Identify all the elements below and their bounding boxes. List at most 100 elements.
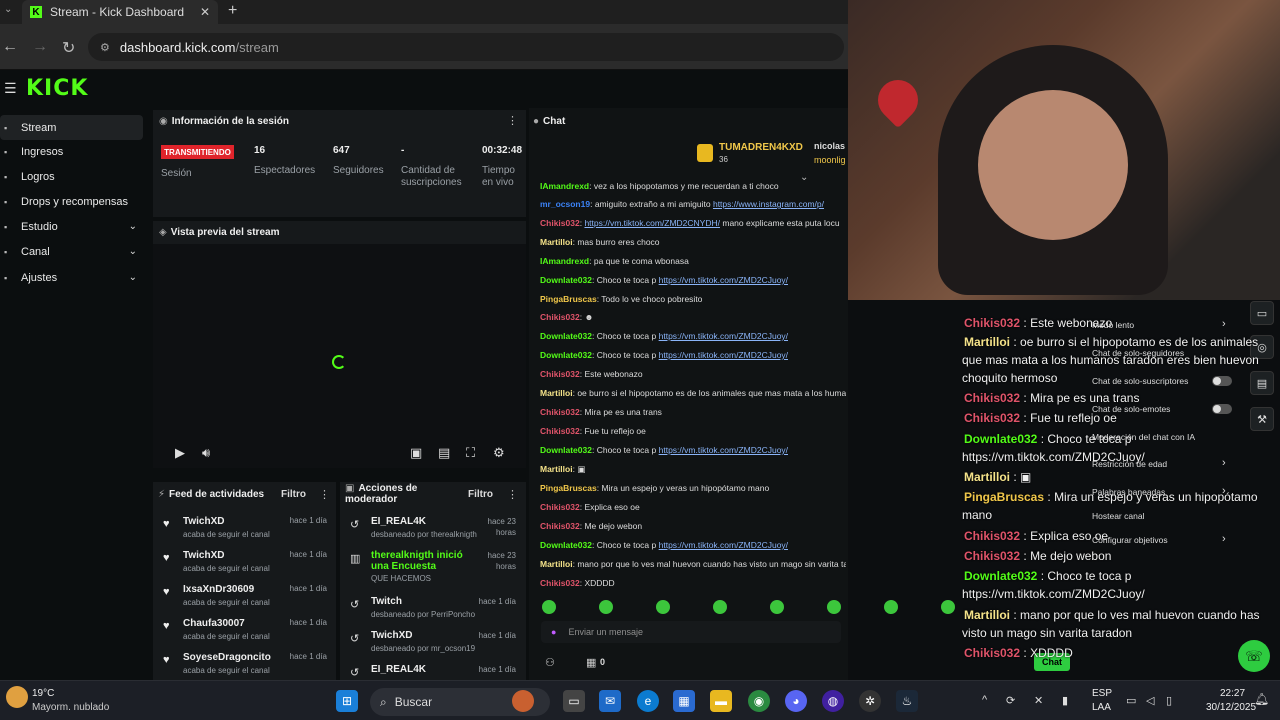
chat-username[interactable]: Chikis032 xyxy=(540,407,580,417)
weather-icon[interactable] xyxy=(6,686,28,708)
activity-item[interactable]: ♥ IxsaXnDr30609 acaba de seguir el canal ha… xyxy=(163,584,327,614)
sidebar-item-ingresos[interactable]: ▪ Ingresos xyxy=(0,139,143,164)
weather-desc[interactable]: Mayorm. nublado xyxy=(32,702,109,713)
emote-icon[interactable] xyxy=(941,600,955,614)
support-icon[interactable]: ☏ xyxy=(1238,640,1270,672)
chat-username[interactable]: Martilloi xyxy=(540,237,573,247)
chat-username[interactable]: IAmandrexd xyxy=(540,256,589,266)
gear-icon[interactable]: ⚙ xyxy=(493,445,505,461)
sidebar-item-canal[interactable]: ▪ Canal ⌄ xyxy=(0,239,143,264)
chat-message[interactable]: Downlate032: Choco te toca p https://vm.… xyxy=(540,331,788,341)
sidebar-item-estudio[interactable]: ▪ Estudio ⌄ xyxy=(0,214,143,239)
chat-message[interactable]: Downlate032: Choco te toca p https://vm.… xyxy=(540,275,788,285)
chat-message[interactable]: Martilloi: mano por que lo ves mal huevo… xyxy=(540,559,846,569)
mic-icon[interactable]: ● xyxy=(551,627,556,637)
mod-option[interactable]: Configurar objetivos xyxy=(1092,535,1168,545)
chat-username[interactable]: Chikis032 xyxy=(540,426,580,436)
mod-action-item[interactable]: ↺ EI_REAL4K hace 1 día xyxy=(350,664,516,698)
emote-icon[interactable] xyxy=(713,600,727,614)
mod-option[interactable]: Chat de solo-suscriptores xyxy=(1092,376,1188,386)
mail-icon[interactable]: ✉ xyxy=(599,690,621,712)
mod-action-item[interactable]: ▥ therealknigth inició una Encuesta QUE HA… xyxy=(350,550,516,584)
chat-username[interactable]: Downlate032 xyxy=(540,331,592,341)
chat-message[interactable]: Chikis032: ☻ xyxy=(540,312,593,322)
chat-input[interactable]: ● Enviar un mensaje xyxy=(541,621,841,643)
chat-message[interactable]: Chikis032: Este webonazo xyxy=(540,369,643,379)
mod-filter-button[interactable]: Filtro xyxy=(468,489,493,500)
task-view-icon[interactable]: ▭ xyxy=(563,690,585,712)
chevron-right-icon[interactable]: › xyxy=(1222,533,1226,545)
url-input[interactable]: ⚙ dashboard.kick.com/stream xyxy=(88,33,844,61)
steam-icon[interactable]: ♨ xyxy=(896,690,918,712)
chat-message[interactable]: Downlate032: Choco te toca p https://vm.… xyxy=(540,540,788,550)
chat-message[interactable]: Downlate032: Choco te toca p https://vm.… xyxy=(540,350,788,360)
chat-message[interactable]: Martilloi: ▣ xyxy=(540,464,585,475)
activity-item[interactable]: ♥ Chaufa30007 acaba de seguir el canal hace… xyxy=(163,618,327,648)
mod-more-icon[interactable]: ⋮ xyxy=(507,488,518,501)
chat-message[interactable]: IAmandrexd: pa que te coma wbonasa xyxy=(540,256,689,266)
chat-username[interactable]: PingaBruscas xyxy=(540,294,597,304)
chat-link[interactable]: https://vm.tiktok.com/ZMD2CJuoy/ xyxy=(659,331,788,341)
discord-icon[interactable]: ◕ xyxy=(785,690,807,712)
activity-filter-button[interactable]: Filtro xyxy=(281,489,306,500)
obs-icon[interactable]: ◍ xyxy=(822,690,844,712)
new-tab-icon[interactable]: + xyxy=(228,2,237,20)
lang-indicator[interactable]: ESP xyxy=(1092,688,1112,699)
chat-username[interactable]: Martilloi xyxy=(540,464,573,474)
tray-bell-off-icon[interactable]: ✕ xyxy=(1034,694,1043,707)
close-tab-icon[interactable]: ✕ xyxy=(200,5,210,19)
chat-side-icon[interactable]: ▭ xyxy=(1250,301,1274,325)
edge-icon[interactable]: e xyxy=(637,690,659,712)
tray-mic-icon[interactable]: ▮ xyxy=(1062,694,1068,707)
store-icon[interactable]: ▦ xyxy=(673,690,695,712)
mod-option[interactable]: Palabras baneadas xyxy=(1092,487,1165,497)
mod-action-item[interactable]: ↺ EI_REAL4K desbaneado por therealknigth ha… xyxy=(350,516,516,550)
wrench-side-icon[interactable]: ⚒ xyxy=(1250,407,1274,431)
chat-message[interactable]: Chikis032: https://vm.tiktok.com/ZMD2CNY… xyxy=(540,218,840,228)
forward-icon[interactable]: → xyxy=(32,38,48,56)
toggle-switch[interactable] xyxy=(1212,404,1232,414)
toggle-switch[interactable] xyxy=(1212,376,1232,386)
mod-action-item[interactable]: ↺ TwichXD desbaneado por mr_ocson19 hace 1 … xyxy=(350,630,516,664)
chat-username[interactable]: Chikis032 xyxy=(540,218,580,228)
clock-date[interactable]: 30/12/2025 xyxy=(1206,702,1256,713)
folder-icon[interactable]: ▬ xyxy=(710,690,732,712)
tray-sync-icon[interactable]: ⟳ xyxy=(1006,694,1015,707)
chevron-right-icon[interactable]: › xyxy=(1222,485,1226,497)
chat-link[interactable]: https://www.instagram.com/p/ xyxy=(713,199,824,209)
mod-option[interactable]: Modo lento xyxy=(1092,320,1134,330)
chat-message[interactable]: Chikis032: Me dejo webon xyxy=(540,521,642,531)
chat-link[interactable]: https://vm.tiktok.com/ZMD2CNYDH/ xyxy=(584,218,720,228)
mod-option[interactable]: Chat de solo-seguidores xyxy=(1092,348,1184,358)
chevron-right-icon[interactable]: › xyxy=(1222,318,1226,330)
chat-username[interactable]: Downlate032 xyxy=(540,445,592,455)
activity-item[interactable]: ♥ TwichXD acaba de seguir el canal hace 1 d… xyxy=(163,516,327,546)
chat-message[interactable]: IAmandrexd: vez a los hipopotamos y me r… xyxy=(540,181,779,191)
sidebar-item-drops[interactable]: ▪ Drops y recompensas xyxy=(0,189,143,214)
sidebar-item-logros[interactable]: ▪ Logros xyxy=(0,164,143,189)
chat-message[interactable]: Chikis032: Mira pe es una trans xyxy=(540,407,662,417)
fullscreen-icon[interactable]: ⛶ xyxy=(466,445,475,461)
emote-icon[interactable] xyxy=(884,600,898,614)
activity-more-icon[interactable]: ⋮ xyxy=(319,488,330,501)
sidebar-item-stream[interactable]: ▪ Stream xyxy=(0,115,143,140)
chat-username[interactable]: Downlate032 xyxy=(540,350,592,360)
battery-icon[interactable]: ▯ xyxy=(1166,694,1172,707)
pip-icon[interactable]: ▣ xyxy=(410,445,422,461)
chat-username[interactable]: Downlate032 xyxy=(540,540,592,550)
chat-message[interactable]: Martilloi: mas burro eres choco xyxy=(540,237,660,247)
weather-temp[interactable]: 19°C xyxy=(32,688,54,699)
clock-time[interactable]: 22:27 xyxy=(1220,688,1245,699)
mod-option[interactable]: Restricción de edad xyxy=(1092,459,1167,469)
kick-logo[interactable]: KICK xyxy=(26,76,88,101)
chat-username[interactable]: Chikis032 xyxy=(540,578,580,588)
reload-icon[interactable]: ↻ xyxy=(62,38,75,58)
chat-username[interactable]: Chikis032 xyxy=(540,369,580,379)
mod-option[interactable]: Hostear canal xyxy=(1092,511,1144,521)
chrome-icon[interactable]: ◉ xyxy=(748,690,770,712)
chat-message[interactable]: Martilloi: oe burro si el hipopotamo es … xyxy=(540,388,846,398)
play-icon[interactable]: ▶ xyxy=(175,445,185,461)
chevron-right-icon[interactable]: › xyxy=(1222,457,1226,469)
emote-icon[interactable] xyxy=(827,600,841,614)
chat-message[interactable]: mr_ocson19: amiguito extraño a mi amigui… xyxy=(540,199,824,209)
